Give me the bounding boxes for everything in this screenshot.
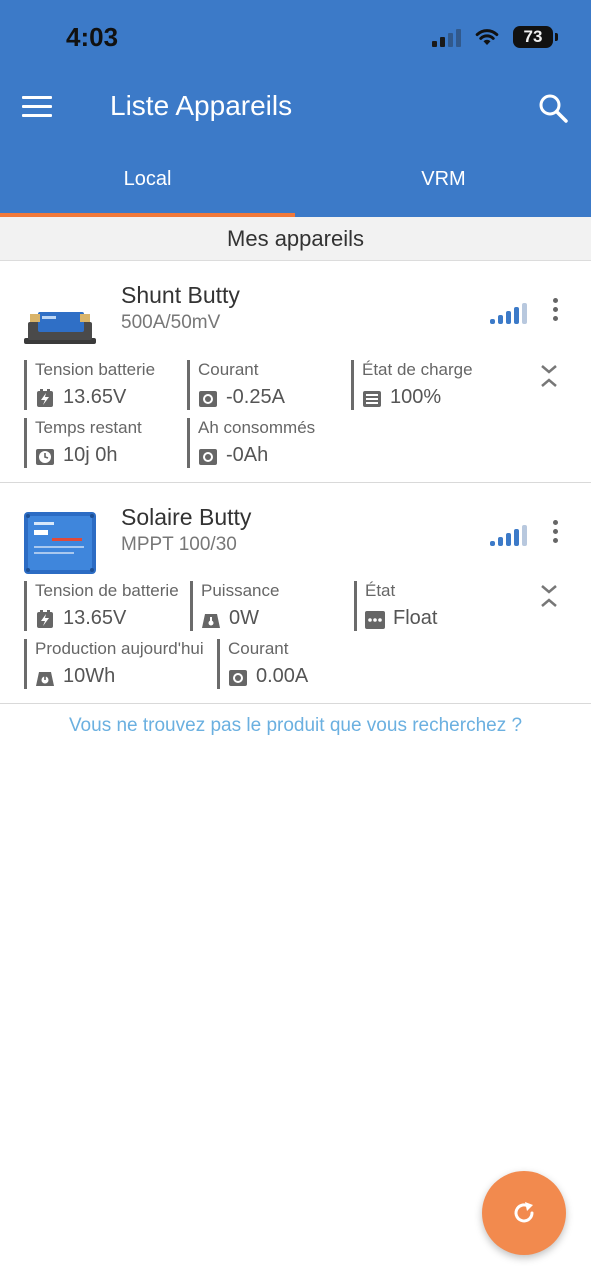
stat-current: Courant -0.25A xyxy=(187,360,285,410)
device-model: 500A/50mV xyxy=(121,312,221,333)
battery-bolt-icon xyxy=(37,388,53,407)
stat-battery-voltage: Tension de batterie 13.65V xyxy=(24,581,179,631)
current-icon xyxy=(229,669,247,686)
energy-icon xyxy=(36,671,54,686)
stat-production-today: Production aujourd'hui 10Wh xyxy=(24,639,204,689)
stat-current: Courant 0.00A xyxy=(217,639,308,689)
tab-local[interactable]: Local xyxy=(0,168,295,217)
more-options-button[interactable] xyxy=(548,520,562,548)
current-icon xyxy=(199,448,217,465)
power-icon xyxy=(202,613,220,628)
refresh-button[interactable] xyxy=(482,1171,566,1255)
collapse-icon[interactable] xyxy=(538,362,560,392)
stat-state: État Float xyxy=(354,581,437,631)
page-title: Liste Appareils xyxy=(110,90,293,121)
refresh-icon xyxy=(514,1202,534,1223)
battery-bolt-icon xyxy=(37,609,53,628)
status-time: 4:03 xyxy=(66,22,119,52)
product-not-found-link[interactable]: Vous ne trouvez pas le produit que vous … xyxy=(0,715,591,737)
bluetooth-signal-icon xyxy=(490,302,528,324)
cellular-signal-icon xyxy=(432,27,461,47)
more-options-button[interactable] xyxy=(548,298,562,326)
bluetooth-signal-icon xyxy=(490,524,528,546)
stat-time-remaining: Temps restant 10j 0h xyxy=(24,418,142,468)
collapse-icon[interactable] xyxy=(538,582,560,612)
battery-indicator: 73 xyxy=(513,26,558,48)
device-name: Solaire Butty xyxy=(121,504,252,530)
smartshunt-image xyxy=(24,312,96,344)
search-icon[interactable] xyxy=(537,92,569,124)
device-card-solar[interactable]: Solaire Butty MPPT 100/30 Tension de bat… xyxy=(0,484,591,704)
stat-battery-voltage: Tension batterie 13.65V xyxy=(24,360,155,410)
stat-state-of-charge: État de charge 100% xyxy=(351,360,473,410)
menu-button[interactable] xyxy=(22,96,52,120)
status-icons: 73 xyxy=(432,26,558,48)
app-bar: 4:03 73 Liste Appareils Local VRM xyxy=(0,0,591,217)
current-icon xyxy=(199,390,217,407)
stat-ah-consumed: Ah consommés -0Ah xyxy=(187,418,315,468)
device-name: Shunt Butty xyxy=(121,282,240,308)
charge-state-icon xyxy=(363,390,381,407)
stat-power: Puissance 0W xyxy=(190,581,279,631)
state-icon xyxy=(365,610,385,629)
device-card-shunt[interactable]: Shunt Butty 500A/50mV Tension batterie 1… xyxy=(0,262,591,483)
clock-icon xyxy=(36,448,54,465)
tab-vrm[interactable]: VRM xyxy=(296,168,591,217)
device-model: MPPT 100/30 xyxy=(121,534,237,555)
mppt-charger-image xyxy=(24,512,96,574)
section-header: Mes appareils xyxy=(0,217,591,261)
wifi-icon xyxy=(475,29,499,45)
